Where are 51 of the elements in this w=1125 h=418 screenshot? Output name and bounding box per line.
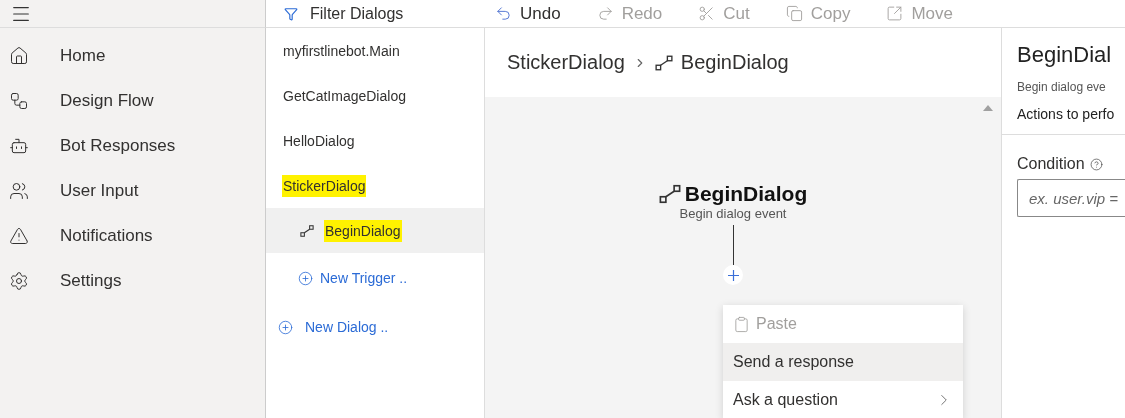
filter-icon [284,6,298,21]
dialog-item[interactable]: StickerDialog [266,163,484,208]
undo-icon [495,5,512,22]
nav-item[interactable]: Design Flow [0,78,265,123]
trigger-icon [300,223,314,238]
nav-item[interactable]: Bot Responses [0,123,265,168]
item-label: BeginDialog [324,219,402,242]
add-button[interactable] [723,265,743,285]
scissors-icon [698,5,716,22]
condition-label: Condition [1017,155,1085,173]
nav-item[interactable]: Home [0,33,265,78]
clipboard-icon [733,315,750,333]
gear-icon [9,270,29,291]
item-label: GetCatImageDialog [282,86,407,106]
properties-description: Begin dialog eve [1017,80,1107,94]
toolbar-button[interactable]: Undo [495,3,561,24]
add-icon [298,270,313,286]
condition-field[interactable]: ex. user.vip = [1017,179,1125,217]
breadcrumb-item[interactable]: BeginDialog [680,51,789,74]
item-label: HelloDialog [282,131,356,151]
redo-icon [596,5,614,22]
item-label: StickerDialog [282,174,367,197]
dialog-item[interactable]: myfirstlinebot.Main [266,28,484,73]
plus-icon [727,269,739,281]
menu-item[interactable]: Send a response [723,343,963,381]
trigger-icon [658,183,681,205]
new-trigger-link[interactable]: New Trigger .. [266,253,484,303]
users-icon [9,180,29,201]
trigger-item[interactable]: BeginDialog [266,208,484,253]
properties-title: BeginDial [1017,42,1113,68]
add-icon [278,319,293,335]
flow-icon [9,90,29,111]
filter-field[interactable]: Filter Dialogs [308,3,468,24]
node-title[interactable]: BeginDialog [684,182,808,206]
nav-item[interactable]: User Input [0,168,265,213]
nav-item[interactable]: Settings [0,258,265,303]
warning-icon [9,225,29,246]
section-label: Actions to perfo [1017,106,1116,122]
node-subtitle: Begin dialog event [679,206,787,221]
home-icon [9,45,29,66]
export-icon [886,5,904,22]
nav-item[interactable]: Notifications [0,213,265,258]
help-icon[interactable] [1089,157,1103,171]
menu-item[interactable]: Ask a question [723,381,963,418]
breadcrumb-item[interactable]: StickerDialog [507,51,625,74]
new-dialog-link[interactable]: New Dialog .. [266,303,484,351]
item-label: myfirstlinebot.Main [282,41,401,61]
trigger-icon [654,53,673,72]
copy-icon [785,5,803,22]
dialog-item[interactable]: GetCatImageDialog [266,73,484,118]
dialog-item[interactable]: HelloDialog [266,118,484,163]
